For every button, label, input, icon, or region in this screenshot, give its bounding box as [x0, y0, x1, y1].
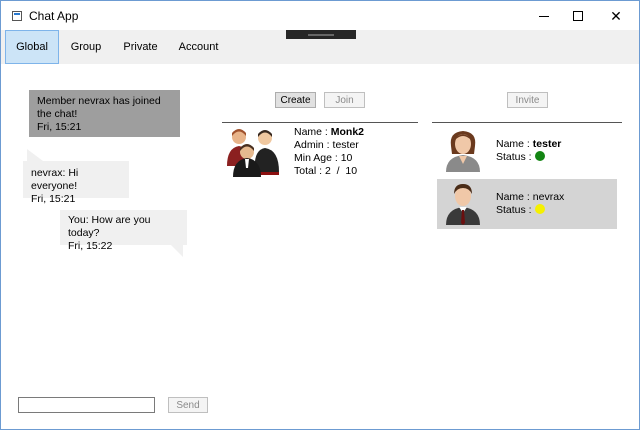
tab-group[interactable]: Group — [59, 30, 113, 64]
group-admin-value: tester — [332, 139, 359, 151]
join-group-button[interactable]: Join — [324, 92, 365, 108]
message-input[interactable] — [18, 397, 155, 413]
group-total-label: Total : — [294, 165, 323, 177]
group-min-age-label: Min Age : — [294, 152, 338, 164]
tab-account[interactable]: Account — [168, 30, 229, 64]
message-time: Fri, 15:22 — [68, 240, 113, 252]
group-card[interactable]: Name : Monk2 Admin : tester Min Age : 10… — [225, 126, 415, 181]
status-away-indicator — [534, 204, 545, 214]
group-name-value: Monk2 — [330, 126, 365, 138]
app-icon — [12, 11, 22, 21]
create-group-button[interactable]: Create — [275, 92, 316, 108]
system-message: Member nevrax has joined the chat! Fri, … — [29, 90, 180, 137]
user-card-tester[interactable]: Name : tester Status : — [437, 126, 617, 176]
chat-app-window: Chat App ✕ Global Group Private Account … — [0, 0, 640, 430]
status-online-indicator — [534, 151, 545, 161]
group-people-icon — [227, 129, 279, 177]
sent-message: You: How are you today? Fri, 15:22 — [60, 210, 187, 257]
group-name-label: Name : — [294, 126, 328, 138]
user-card-nevrax[interactable]: Name : nevrax Status : — [437, 179, 617, 229]
maximize-icon — [573, 11, 583, 21]
message-time: Fri, 15:21 — [31, 193, 76, 205]
group-min-age-value: 10 — [340, 152, 353, 164]
female-user-icon — [446, 131, 480, 172]
user-name-label: Name : — [496, 138, 530, 150]
users-divider — [432, 122, 622, 123]
group-admin-label: Admin : — [294, 139, 330, 151]
title-bar[interactable]: Chat App ✕ — [1, 1, 639, 31]
message-text: Member nevrax has joined the chat! — [37, 95, 161, 120]
group-total-value: 2 / 10 — [324, 165, 358, 177]
group-divider — [222, 122, 418, 123]
received-message: nevrax: Hi everyone! Fri, 15:21 — [23, 149, 129, 205]
close-button[interactable]: ✕ — [593, 1, 639, 31]
window-title: Chat App — [29, 9, 79, 23]
user-status-label: Status : — [496, 151, 532, 163]
message-time: Fri, 15:21 — [37, 121, 82, 133]
message-text: nevrax: Hi everyone! — [31, 167, 79, 192]
message-text: You: How are you today? — [68, 214, 151, 239]
user-status-label: Status : — [496, 204, 532, 216]
drag-grip[interactable] — [286, 30, 356, 39]
close-icon: ✕ — [610, 7, 622, 24]
tab-private[interactable]: Private — [113, 30, 168, 64]
send-button[interactable]: Send — [168, 397, 208, 413]
tab-global[interactable]: Global — [5, 30, 59, 64]
user-name-label: Name : — [496, 191, 530, 203]
user-name-value: nevrax — [532, 191, 565, 203]
global-chat-panel: Member nevrax has joined the chat! Fri, … — [1, 64, 639, 429]
minimize-icon — [539, 15, 549, 17]
male-user-icon — [446, 184, 480, 225]
invite-button[interactable]: Invite — [507, 92, 548, 108]
group-info: Name : Monk2 Admin : tester Min Age : 10… — [294, 126, 364, 178]
user-info: Name : nevrax Status : — [496, 191, 564, 217]
user-info: Name : tester Status : — [496, 138, 561, 164]
user-name-value: tester — [532, 138, 562, 150]
